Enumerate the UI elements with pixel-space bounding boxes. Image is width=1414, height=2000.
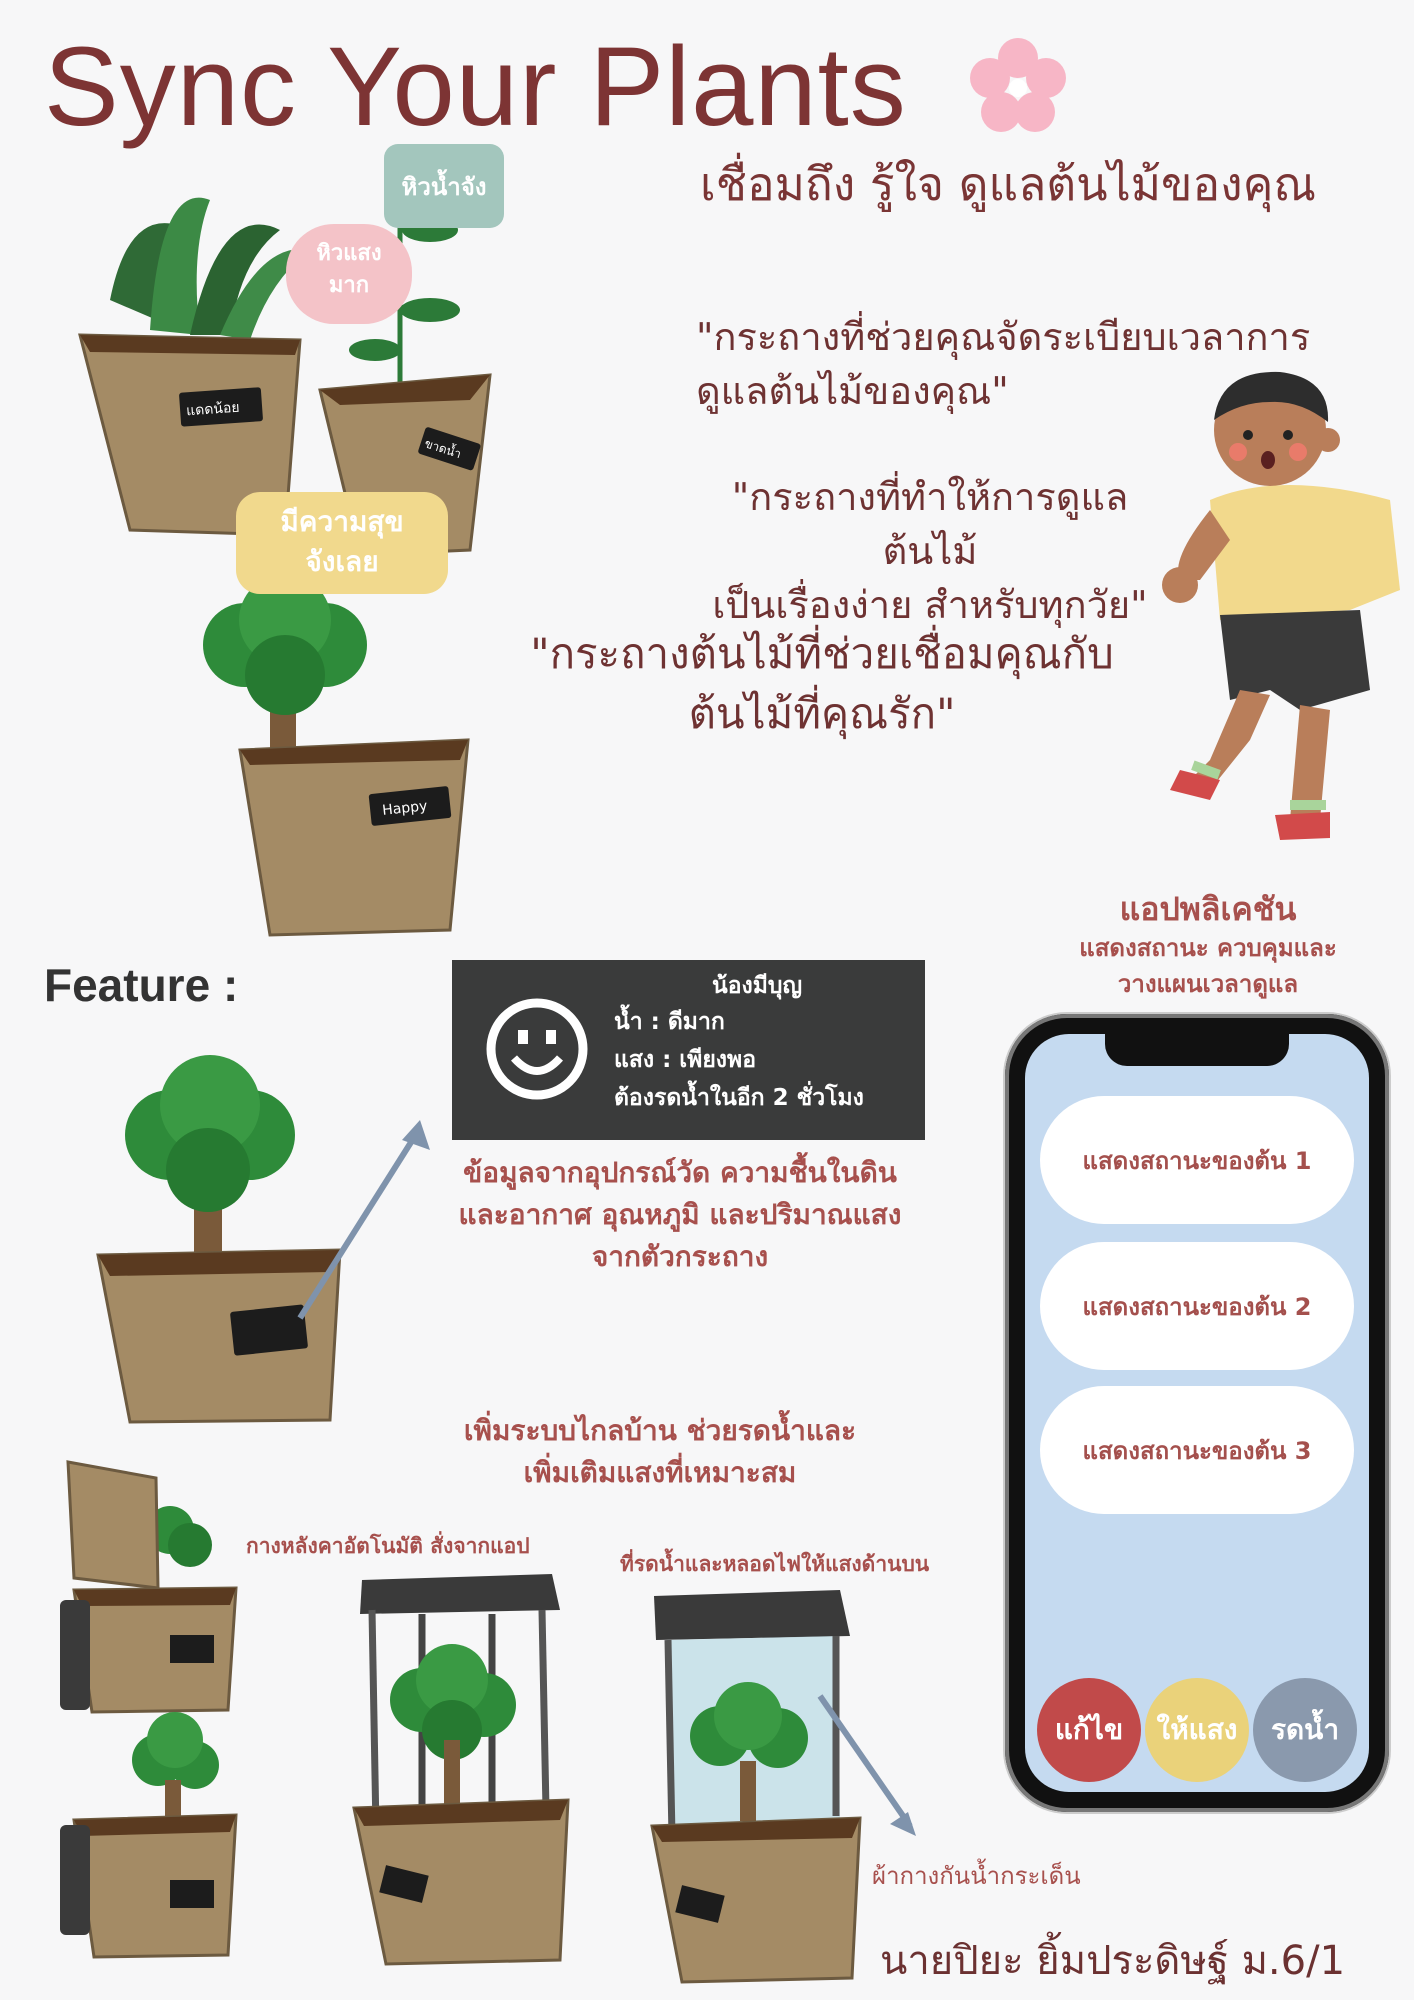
- quote-3-line1: "กระถางต้นไม้ที่ช่วยเชื่อมคุณกับ: [530, 629, 1114, 678]
- bubble-happy-line2: จังเลย: [305, 545, 379, 578]
- plant-name: น้องมีบุญ: [712, 973, 803, 999]
- quote-3: "กระถางต้นไม้ที่ช่วยเชื่อมคุณกับ ต้นไม้ท…: [512, 624, 1132, 744]
- bubble-thirsty-text: หิวน้ำจัง: [401, 172, 487, 201]
- pot-happy: [203, 574, 470, 937]
- feature-label: Feature :: [44, 959, 239, 1011]
- bubble-happy-line1: มีความสุข: [280, 505, 404, 538]
- app-description: แสดงสถานะ ควบคุมและ วางแผนเวลาดูแล: [1040, 930, 1376, 1002]
- app-desc-line1: แสดงสถานะ ควบคุมและ: [1079, 934, 1337, 962]
- subtitle: เชื่อมถึง รู้ใจ ดูแลต้นไม้ของคุณ: [700, 157, 1317, 211]
- water-button[interactable]: รดน้ำ: [1253, 1678, 1357, 1782]
- pot-low-light: [78, 197, 310, 537]
- app-desc-line2: วางแผนเวลาดูแล: [1117, 970, 1299, 998]
- plant-1-status-button[interactable]: แสดงสถานะของต้น 1: [1040, 1096, 1354, 1224]
- roof-pot-illustration: [352, 1574, 570, 1966]
- page-title: Sync Your Plants: [44, 24, 907, 149]
- plant-2-status-button[interactable]: แสดงสถานะของต้น 2: [1040, 1242, 1354, 1370]
- sensor-line1: ข้อมูลจากอุปกรณ์วัด ความชื้นในดิน: [463, 1156, 897, 1189]
- remote-line2: เพิ่มเติมแสงที่เหมาะสม: [523, 1456, 797, 1489]
- quote-3-line2: ต้นไม้ที่คุณรัก": [688, 689, 956, 738]
- sensor-description: ข้อมูลจากอุปกรณ์วัด ความชื้นในดิน และอาก…: [400, 1152, 960, 1278]
- water-status: น้ำ : ดีมาก: [614, 1009, 725, 1035]
- remote-description: เพิ่มระบบไกลบ้าน ช่วยรดน้ำและ เพิ่มเติมแ…: [400, 1410, 920, 1494]
- plant-3-status-button[interactable]: แสดงสถานะของต้น 3: [1040, 1386, 1354, 1514]
- quote-2: "กระถางที่ทำให้การดูแลต้นไม้ เป็นเรื่องง…: [690, 470, 1170, 632]
- smiley-icon: [486, 998, 588, 1100]
- water-light-pot-illustration: [650, 1590, 916, 1984]
- boy-illustration: [1162, 371, 1400, 840]
- author-credit: นายปิยะ ยิ้มประดิษฐ์ ม.6/1: [880, 1938, 1346, 1984]
- quote-2-line1: "กระถางที่ทำให้การดูแลต้นไม้: [731, 475, 1129, 573]
- caption-water-light: ที่รดน้ำและหลอดไฟให้แสงด้านบน: [620, 1552, 930, 1576]
- status-display-card: น้องมีบุญ น้ำ : ดีมาก แสง : เพียงพอ ต้อง…: [452, 960, 925, 1140]
- caption-auto-roof: กางหลังคาอัตโนมัติ สั่งจากแอป: [246, 1534, 530, 1558]
- quote-1-line1: "กระถางที่ช่วยคุณจัดระเบียบเวลาการ: [696, 315, 1311, 359]
- remote-line1: เพิ่มระบบไกลบ้าน ช่วยรดน้ำและ: [463, 1414, 857, 1447]
- phone-notch: [1105, 1034, 1289, 1066]
- sensor-line3: จากตัวกระถาง: [591, 1240, 769, 1273]
- edit-button[interactable]: แก้ไข: [1037, 1678, 1141, 1782]
- light-button[interactable]: ให้แสง: [1145, 1678, 1249, 1782]
- flower-icon: [970, 38, 1066, 132]
- sensor-line2: และอากาศ อุณหภูมิ และปริมาณแสง: [458, 1198, 902, 1231]
- app-heading: แอปพลิเคชัน: [1119, 890, 1297, 928]
- bubble-thirsty: หิวน้ำจัง: [384, 144, 504, 228]
- phone-screen: แสดงสถานะของต้น 1 แสดงสถานะของต้น 2 แสดง…: [1025, 1034, 1369, 1792]
- light-status: แสง : เพียงพอ: [614, 1047, 757, 1073]
- bubble-happy: มีความสุข จังเลย: [236, 492, 448, 594]
- lid-pots-illustration: [60, 1460, 238, 1959]
- bubble-light-line2: มาก: [328, 273, 370, 298]
- phone-mockup: แสดงสถานะของต้น 1 แสดงสถานะของต้น 2 แสดง…: [1005, 1014, 1389, 1812]
- bubble-hungry-light: หิวแสง มาก: [286, 224, 412, 324]
- next-water-status: ต้องรดน้ำในอีก 2 ชั่วโมง: [614, 1085, 864, 1111]
- bubble-light-line1: หิวแสง: [316, 241, 382, 266]
